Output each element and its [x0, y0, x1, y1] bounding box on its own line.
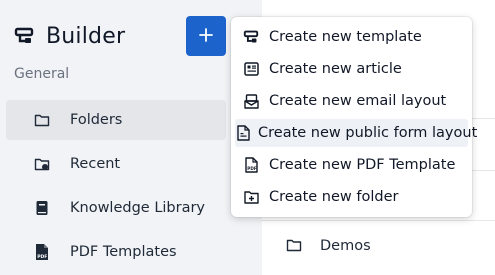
- folder-row-label: Demos: [320, 238, 371, 254]
- sidebar-item-recent[interactable]: Recent: [6, 144, 226, 184]
- menu-item-create-pdf-template[interactable]: PDF Create new PDF Template: [235, 151, 468, 179]
- menu-item-label: Create new email layout: [269, 93, 447, 109]
- folder-icon: [286, 237, 302, 256]
- sidebar-item-pdf-templates[interactable]: PDF PDF Templates: [6, 232, 226, 272]
- plus-icon: [199, 27, 213, 45]
- menu-item-label: Create new public form layout: [258, 125, 478, 141]
- menu-item-label: Create new article: [269, 61, 402, 77]
- sidebar-item-label: Recent: [70, 156, 121, 172]
- sidebar-item-label: Folders: [70, 112, 123, 128]
- sidebar-item-label: Knowledge Library: [70, 200, 206, 216]
- book-icon: [30, 200, 54, 216]
- svg-text:PDF: PDF: [37, 254, 47, 260]
- menu-item-create-article[interactable]: Create new article: [235, 55, 468, 83]
- article-icon: [241, 62, 261, 76]
- sidebar-item-knowledge-library[interactable]: Knowledge Library: [6, 188, 226, 228]
- folder-row-demos[interactable]: Demos: [286, 232, 371, 260]
- add-folder-icon: [241, 190, 261, 204]
- builder-logo-icon: [14, 27, 34, 45]
- template-icon: [241, 30, 261, 44]
- sidebar-item-label: PDF Templates: [70, 244, 177, 260]
- row-divider: [262, 220, 495, 221]
- menu-item-label: Create new PDF Template: [269, 157, 456, 173]
- section-label-general: General: [14, 66, 70, 82]
- menu-item-create-email-layout[interactable]: Create new email layout: [235, 87, 468, 115]
- app-title: Builder: [46, 23, 126, 49]
- create-menu: Create new template Create new article C…: [231, 17, 477, 217]
- pdf-file-icon: PDF: [241, 157, 261, 173]
- form-file-icon: [237, 125, 250, 141]
- folder-icon: [30, 113, 54, 127]
- menu-item-label: Create new folder: [269, 189, 399, 205]
- app-header: Builder: [14, 21, 125, 51]
- add-new-button[interactable]: [186, 16, 226, 56]
- menu-item-create-template[interactable]: Create new template: [235, 23, 468, 51]
- svg-text:PDF: PDF: [247, 166, 257, 171]
- menu-item-label: Create new template: [269, 29, 422, 45]
- email-layout-icon: [241, 93, 261, 109]
- menu-item-create-public-form-layout[interactable]: Create new public form layout: [235, 119, 477, 147]
- pdf-file-icon: PDF: [30, 243, 54, 261]
- menu-item-create-folder[interactable]: Create new folder: [235, 183, 468, 211]
- recent-folder-icon: [30, 157, 54, 171]
- sidebar-item-folders[interactable]: Folders: [6, 100, 226, 140]
